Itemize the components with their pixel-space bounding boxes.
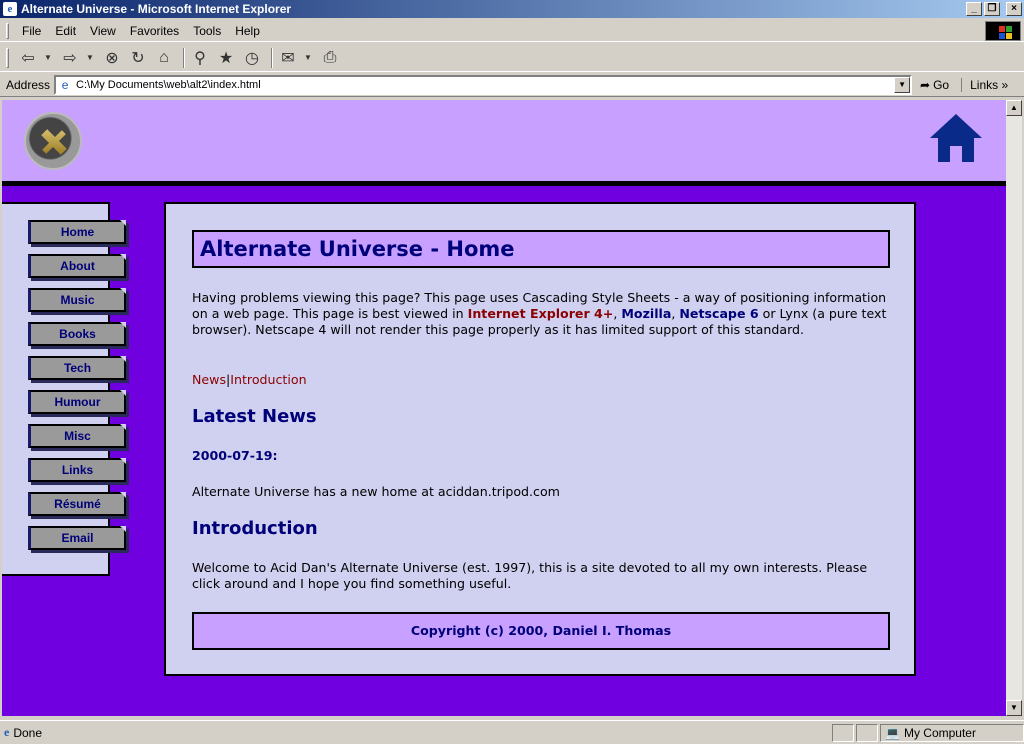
link-news[interactable]: News [192, 372, 226, 387]
nav-resume[interactable]: Résumé [28, 492, 126, 516]
content-panel: Alternate Universe - Home Having problem… [164, 202, 916, 676]
close-button[interactable]: × [1006, 2, 1022, 16]
ie-status-icon: e [4, 725, 10, 739]
go-button[interactable]: ➦ Go [920, 78, 949, 92]
page-viewport: Home About Music Books Tech Humour Misc … [2, 100, 1006, 716]
link-introduction[interactable]: Introduction [230, 372, 306, 387]
status-left: e Done [0, 725, 830, 740]
site-header [2, 100, 1006, 186]
stop-icon[interactable]: ⊗ [101, 47, 123, 69]
link-mozilla[interactable]: Mozilla [621, 306, 671, 321]
status-cell [832, 723, 854, 742]
search-icon[interactable]: ⚲ [189, 47, 211, 69]
forward-dropdown-icon[interactable]: ▼ [85, 47, 95, 69]
vertical-scrollbar[interactable]: ▲ ▼ [1006, 100, 1022, 716]
status-cell [856, 723, 878, 742]
nav-links[interactable]: Links [28, 458, 126, 482]
computer-icon: 💻 [885, 725, 900, 740]
mail-dropdown-icon[interactable]: ▼ [303, 47, 313, 69]
back-dropdown-icon[interactable]: ▼ [43, 47, 53, 69]
mail-icon[interactable]: ✉ [277, 47, 299, 69]
introduction-heading: Introduction [192, 518, 318, 539]
status-bar: e Done 💻 My Computer [0, 720, 1024, 744]
nav-music[interactable]: Music [28, 288, 126, 312]
menu-favorites[interactable]: Favorites [123, 24, 186, 38]
links-button[interactable]: Links » [961, 77, 1009, 92]
ie-icon: e [3, 2, 17, 16]
page-title: Alternate Universe - Home [192, 230, 890, 268]
menu-bar: File Edit View Favorites Tools Help [0, 20, 1024, 42]
latest-news-heading: Latest News [192, 406, 317, 427]
status-text: Done [13, 725, 43, 740]
news-date: 2000-07-19: [192, 448, 278, 463]
page-icon: e [61, 77, 69, 92]
go-label: Go [933, 77, 950, 92]
menu-edit[interactable]: Edit [48, 24, 83, 38]
zone-label: My Computer [903, 725, 976, 740]
forward-arrow-icon[interactable]: ⇨ [59, 47, 81, 69]
nav-books[interactable]: Books [28, 322, 126, 346]
address-bar: Address e C:\My Documents\web\alt2\index… [0, 73, 1024, 97]
nav-misc[interactable]: Misc [28, 424, 126, 448]
chevron-right-icon: » [1001, 77, 1009, 92]
toolbar-grip[interactable] [6, 47, 9, 68]
nav-humour[interactable]: Humour [28, 390, 126, 414]
windows-logo-icon [985, 21, 1021, 41]
scroll-down-icon[interactable]: ▼ [1006, 700, 1022, 716]
refresh-icon[interactable]: ↻ [127, 47, 149, 69]
intro-paragraph: Having problems viewing this page? This … [192, 290, 896, 338]
home-icon[interactable]: ⌂ [153, 47, 175, 69]
maximize-button[interactable]: ❐ [984, 2, 1000, 16]
links-label: Links [970, 77, 999, 92]
window-controls: _ ❐ × [966, 2, 1022, 16]
go-arrow-icon: ➦ [920, 77, 931, 92]
home-icon[interactable] [928, 112, 984, 164]
footer-copyright: Copyright (c) 2000, Daniel I. Thomas [192, 612, 890, 650]
address-input[interactable]: e C:\My Documents\web\alt2\index.html ▼ [54, 74, 913, 95]
nav-about[interactable]: About [28, 254, 126, 278]
window-title: Alternate Universe - Microsoft Internet … [21, 2, 292, 16]
address-url[interactable]: C:\My Documents\web\alt2\index.html [76, 79, 261, 91]
menu-view[interactable]: View [83, 24, 123, 38]
security-zone: 💻 My Computer [880, 723, 1024, 742]
nav-home[interactable]: Home [28, 220, 126, 244]
print-icon[interactable]: ⎙ [319, 47, 341, 69]
link-netscape-6[interactable]: Netscape 6 [679, 306, 758, 321]
nav-tech[interactable]: Tech [28, 356, 126, 380]
toolbar-grip[interactable] [6, 22, 9, 39]
menu-tools[interactable]: Tools [186, 24, 228, 38]
back-arrow-icon[interactable]: ⇦ [17, 47, 39, 69]
section-links: News|Introduction [192, 372, 307, 387]
site-logo [24, 112, 82, 170]
address-label: Address [6, 77, 51, 92]
title-bar: e Alternate Universe - Microsoft Interne… [0, 0, 1024, 18]
scroll-up-icon[interactable]: ▲ [1006, 100, 1022, 116]
history-icon[interactable]: ◷ [241, 47, 263, 69]
minimize-button[interactable]: _ [966, 2, 982, 16]
menu-file[interactable]: File [15, 24, 48, 38]
standard-toolbar: ⇦ ▼ ⇨ ▼ ⊗ ↻ ⌂ ⚲ ★ ◷ ✉ ▼ ⎙ [0, 44, 1024, 72]
nav-email[interactable]: Email [28, 526, 126, 550]
news-text: Alternate Universe has a new home at aci… [192, 484, 560, 499]
introduction-text: Welcome to Acid Dan's Alternate Universe… [192, 560, 868, 591]
menu-help[interactable]: Help [228, 24, 267, 38]
link-internet-explorer[interactable]: Internet Explorer 4+ [468, 306, 614, 321]
address-dropdown-icon[interactable]: ▼ [894, 76, 911, 93]
favorites-icon[interactable]: ★ [215, 47, 237, 69]
